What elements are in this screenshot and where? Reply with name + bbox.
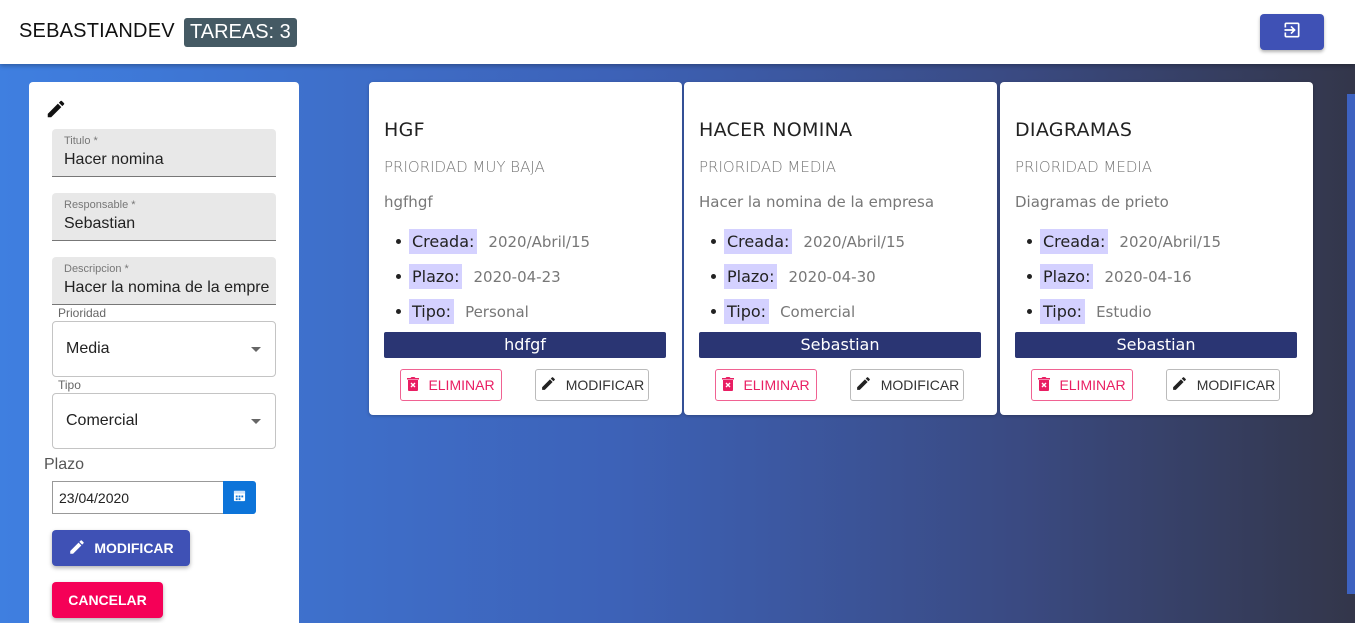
titulo-value: Hacer nomina <box>64 151 164 168</box>
eliminar-label: ELIMINAR <box>428 377 495 393</box>
task-title: DIAGRAMAS <box>1015 119 1133 141</box>
responsable-field[interactable]: Responsable * Sebastian <box>52 193 276 241</box>
modificar-button[interactable]: MODIFICAR <box>1166 369 1280 401</box>
tipo-label: Tipo <box>54 378 85 392</box>
responsable-value: Sebastian <box>64 215 136 232</box>
type-chip: Tipo: <box>409 299 455 324</box>
task-meta-list: Creada: 2020/Abril/15 Plazo: 2020-04-23 Ti… <box>395 224 591 329</box>
task-card: DIAGRAMAS PRIORIDAD MEDIA Diagramas de p… <box>1000 82 1313 415</box>
task-card: HACER NOMINA PRIORIDAD MEDIA Hacer la no… <box>684 82 997 415</box>
task-description: Diagramas de prieto <box>1015 193 1169 211</box>
pencil-icon <box>68 538 86 559</box>
list-item: Creada: 2020/Abril/15 <box>1026 224 1222 259</box>
eliminar-label: ELIMINAR <box>1059 377 1126 393</box>
deadline-chip: Plazo: <box>724 264 778 289</box>
task-description: hgfhgf <box>384 193 433 211</box>
type-value: Personal <box>465 302 529 321</box>
titulo-label: Titulo * <box>64 135 98 147</box>
responsable-label: Responsable * <box>64 199 136 211</box>
list-item: Creada: 2020/Abril/15 <box>395 224 591 259</box>
pencil-icon <box>1171 375 1188 395</box>
calendar-button[interactable] <box>223 481 256 514</box>
task-owner-bar: Sebastian <box>699 332 981 358</box>
created-value: 2020/Abril/15 <box>1119 232 1222 251</box>
eliminar-button[interactable]: ELIMINAR <box>400 369 502 401</box>
descripcion-field[interactable]: Descripcion * Hacer la nomina de la empr… <box>52 257 276 305</box>
deadline-chip: Plazo: <box>1040 264 1094 289</box>
task-meta-list: Creada: 2020/Abril/15 Plazo: 2020-04-16 Ti… <box>1026 224 1222 329</box>
logout-button[interactable] <box>1260 14 1324 50</box>
list-item: Plazo: 2020-04-30 <box>710 259 905 294</box>
task-title: HACER NOMINA <box>699 119 853 141</box>
list-item: Plazo: 2020-04-23 <box>395 259 590 294</box>
modificar-button[interactable]: MODIFICAR <box>535 369 649 401</box>
modificar-label: MODIFICAR <box>1196 377 1276 393</box>
trash-icon <box>722 376 735 394</box>
descripcion-value: Hacer la nomina de la empresa <box>64 279 269 296</box>
prioridad-label: Prioridad <box>54 306 111 320</box>
edit-task-form: Titulo * Hacer nomina Responsable * Seba… <box>29 82 299 623</box>
dropdown-arrow-icon <box>251 419 261 424</box>
created-chip: Creada: <box>724 229 793 254</box>
titulo-field[interactable]: Titulo * Hacer nomina <box>52 129 276 177</box>
eliminar-button[interactable]: ELIMINAR <box>715 369 817 401</box>
pencil-icon <box>45 98 67 125</box>
modificar-label: MODIFICAR <box>94 540 174 556</box>
task-meta-list: Creada: 2020/Abril/15 Plazo: 2020-04-30 Ti… <box>710 224 906 329</box>
list-item: Tipo: Comercial <box>710 294 905 329</box>
dropdown-arrow-icon <box>251 347 261 352</box>
deadline-value: 2020-04-16 <box>1104 267 1192 286</box>
list-item: Tipo: Personal <box>395 294 590 329</box>
task-description: Hacer la nomina de la empresa <box>699 193 935 211</box>
modificar-button[interactable]: MODIFICAR <box>850 369 964 401</box>
task-priority: PRIORIDAD MEDIA <box>699 158 837 176</box>
cancelar-button[interactable]: CANCELAR <box>52 582 163 618</box>
trash-icon <box>407 376 420 394</box>
eliminar-label: ELIMINAR <box>743 377 810 393</box>
modificar-submit-button[interactable]: MODIFICAR <box>52 530 190 566</box>
task-owner-bar: Sebastian <box>1015 332 1297 358</box>
list-item: Creada: 2020/Abril/15 <box>710 224 906 259</box>
tasks-count-badge: TAREAS: 3 <box>184 18 297 47</box>
deadline-value: 2020-04-23 <box>473 267 561 286</box>
pencil-icon <box>540 375 557 395</box>
modificar-label: MODIFICAR <box>880 377 960 393</box>
eliminar-button[interactable]: ELIMINAR <box>1031 369 1133 401</box>
created-chip: Creada: <box>409 229 478 254</box>
modificar-label: MODIFICAR <box>565 377 645 393</box>
type-value: Comercial <box>780 302 856 321</box>
task-card: HGF PRIORIDAD MUY BAJA hgfhgf Creada: 202… <box>369 82 682 415</box>
deadline-chip: Plazo: <box>409 264 463 289</box>
type-chip: Tipo: <box>724 299 770 324</box>
deadline-value: 2020-04-30 <box>788 267 876 286</box>
type-chip: Tipo: <box>1040 299 1086 324</box>
tipo-value: Comercial <box>66 412 139 429</box>
created-value: 2020/Abril/15 <box>488 232 591 251</box>
list-item: Plazo: 2020-04-16 <box>1026 259 1221 294</box>
plazo-date-input[interactable]: 23/04/2020 <box>52 481 224 514</box>
list-item: Tipo: Estudio <box>1026 294 1221 329</box>
scroll-strip <box>1347 94 1355 594</box>
descripcion-label: Descripcion * <box>64 263 129 275</box>
exit-to-app-icon <box>1282 20 1302 45</box>
type-value: Estudio <box>1096 302 1152 321</box>
task-priority: PRIORIDAD MEDIA <box>1015 158 1153 176</box>
plazo-label: Plazo <box>44 456 85 473</box>
app-bar: SEBASTIANDEV TAREAS: 3 <box>0 0 1355 64</box>
prioridad-value: Media <box>66 340 110 357</box>
task-priority: PRIORIDAD MUY BAJA <box>384 158 545 176</box>
calendar-icon <box>233 489 246 507</box>
trash-icon <box>1038 376 1051 394</box>
tipo-select[interactable]: Comercial <box>52 393 276 449</box>
created-chip: Creada: <box>1040 229 1109 254</box>
brand-title: SEBASTIANDEV <box>19 20 175 42</box>
created-value: 2020/Abril/15 <box>803 232 906 251</box>
task-title: HGF <box>384 119 425 141</box>
task-owner-bar: hdfgf <box>384 332 666 358</box>
prioridad-select[interactable]: Media <box>52 321 276 377</box>
pencil-icon <box>855 375 872 395</box>
